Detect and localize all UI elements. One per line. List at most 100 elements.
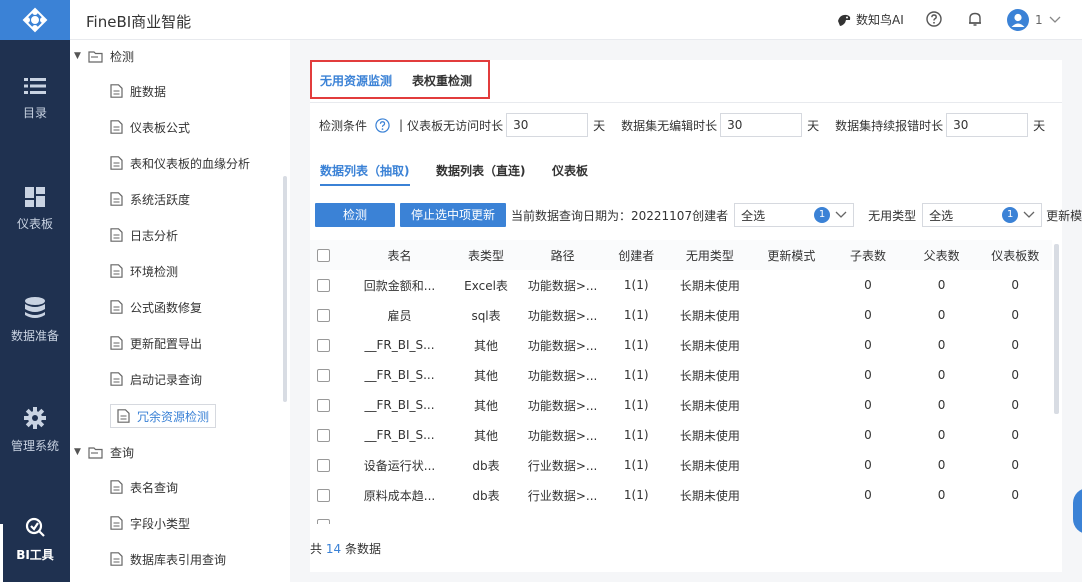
document-icon <box>117 409 130 423</box>
row-checkbox[interactable] <box>317 428 330 442</box>
tree-item[interactable]: 仪表板公式 <box>110 116 190 138</box>
divider <box>310 102 1062 103</box>
tree-item[interactable]: 脏数据 <box>110 80 166 102</box>
document-icon <box>110 372 123 386</box>
type-select[interactable]: 全选 1 <box>922 203 1043 227</box>
main-panel: 无用资源监测 表权重检测 检测条件 | 仪表板无访问时长 30 天 数据集无编辑… <box>310 60 1082 572</box>
row-checkbox[interactable] <box>317 338 330 352</box>
app-logo[interactable] <box>0 0 70 40</box>
row-checkbox[interactable] <box>317 398 330 412</box>
table-row[interactable]: __FR_BI_S... 其他 功能数据>... 1(1) 长期未使用 0 0 0 <box>310 360 1052 390</box>
dataset-error-input[interactable]: 30 <box>946 113 1029 137</box>
row-checkbox[interactable] <box>317 278 330 292</box>
table-footer: 共 14 条数据 <box>310 540 381 557</box>
column-header[interactable]: 子表数 <box>831 247 905 264</box>
avatar-icon <box>1007 9 1029 31</box>
column-header[interactable]: 表类型 <box>451 247 521 264</box>
table-cell: 0 <box>864 278 872 292</box>
tree-item[interactable]: 更新配置导出 <box>110 332 202 354</box>
tree-item[interactable]: 环境检测 <box>110 260 178 282</box>
table-cell: 长期未使用 <box>679 398 740 413</box>
ai-assistant-button[interactable]: 数知鸟AI <box>836 11 904 28</box>
table-row[interactable]: 原料成本趋... db表 行业数据>... 1(1) 长期未使用 0 0 0 <box>310 480 1052 510</box>
tree-item[interactable]: 数据库表引用查询 <box>110 548 226 570</box>
nav-item-bi-tool[interactable]: BI工具 <box>0 516 70 563</box>
tree-item[interactable]: 冗余资源检测 <box>110 404 217 428</box>
table-row[interactable]: __FR_BI_S... 其他 功能数据>... 1(1) 长期未使用 0 0 0 <box>310 330 1052 360</box>
column-header[interactable]: 仪表板数 <box>978 247 1052 264</box>
notification-button[interactable] <box>967 11 983 30</box>
creator-select[interactable]: 全选 1 <box>734 203 855 227</box>
table-row[interactable]: __FR_BI_S... 其他 功能数据>... 1(1) 长期未使用 0 0 0 <box>310 390 1052 420</box>
subtab-extract[interactable]: 数据列表（抽取) <box>320 162 410 179</box>
tree-item[interactable]: 字段小类型 <box>110 512 190 534</box>
row-checkbox[interactable] <box>317 458 330 472</box>
tree-item-label: 数据库表引用查询 <box>130 552 227 567</box>
stop-update-button[interactable]: 停止选中项更新 <box>400 203 506 227</box>
tab-table-weight[interactable]: 表权重检测 <box>412 72 472 89</box>
user-menu[interactable]: 1 <box>1007 9 1061 31</box>
column-header[interactable]: 创建者 <box>604 247 668 264</box>
tree-item[interactable]: 系统活跃度 <box>110 188 190 210</box>
column-header[interactable]: 更新模式 <box>752 247 832 264</box>
tree-group-detect[interactable]: ▼ 检测 <box>70 45 134 67</box>
caret-down-icon: ▼ <box>74 51 81 61</box>
tree-scrollbar[interactable] <box>283 176 287 402</box>
column-header[interactable]: 无用类型 <box>668 247 752 264</box>
help-icon[interactable] <box>375 117 390 133</box>
tree-item[interactable]: 表名查询 <box>110 476 178 498</box>
folder-icon <box>88 50 103 63</box>
caret-down-icon: ▼ <box>74 447 81 457</box>
subtab-dashboard[interactable]: 仪表板 <box>552 162 588 179</box>
nav-item-data-prep[interactable]: 数据准备 <box>0 297 70 344</box>
list-icon <box>24 78 46 94</box>
document-icon <box>110 192 123 206</box>
nav-item-management[interactable]: 管理系统 <box>0 407 70 454</box>
table-row[interactable]: __FR_BI_S... 其他 功能数据>... 1(1) 长期未使用 0 0 0 <box>310 420 1052 450</box>
table-cell: 原料成本趋... <box>363 488 436 503</box>
table-row[interactable]: 雇员 sql表 功能数据>... 1(1) 长期未使用 0 0 0 <box>310 300 1052 330</box>
database-icon <box>25 297 45 318</box>
tree-item[interactable]: 启动记录查询 <box>110 368 202 390</box>
row-checkbox[interactable] <box>317 368 330 382</box>
row-checkbox[interactable] <box>317 488 330 502</box>
document-icon <box>110 480 123 494</box>
nav-label: 管理系统 <box>10 439 59 453</box>
dataset-edit-input[interactable]: 30 <box>720 113 803 137</box>
dashboard-idle-input[interactable]: 30 <box>506 113 589 137</box>
tree-item[interactable]: 公式函数修复 <box>110 296 202 318</box>
table-cell: 0 <box>937 458 946 472</box>
nav-item-catalog[interactable]: 目录 <box>0 76 70 121</box>
table-cell: __FR_BI_S... <box>364 368 435 382</box>
table-cell: 0 <box>937 308 946 322</box>
floating-assistant-button[interactable] <box>1073 488 1082 534</box>
table-cell: 0 <box>1011 398 1020 412</box>
tree-item[interactable]: 日志分析 <box>110 224 178 246</box>
type-count-badge: 1 <box>1002 207 1019 223</box>
left-nav: 目录 仪表板 数据准备 管理系统 BI工具 <box>0 0 70 582</box>
table-row[interactable]: 回款金额和... Excel表 功能数据>... 1(1) 长期未使用 0 0 0 <box>310 270 1052 300</box>
column-header[interactable]: 父表数 <box>905 247 979 264</box>
check-button[interactable]: 检测 <box>315 203 395 227</box>
table-row[interactable]: 设备运行状... db表 行业数据>... 1(1) 长期未使用 0 0 0 <box>310 450 1052 480</box>
table-cell: 长期未使用 <box>679 338 740 353</box>
tab-unused-resource[interactable]: 无用资源监测 <box>320 72 392 89</box>
table-cell: 0 <box>937 338 946 352</box>
table-cell: 0 <box>1011 488 1020 502</box>
tree-item[interactable]: 表和仪表板的血缘分析 <box>110 152 250 174</box>
dashboard-idle-label: 仪表板无访问时长 <box>407 118 504 133</box>
row-checkbox[interactable] <box>317 518 330 524</box>
table-row-partial[interactable] <box>310 510 1052 524</box>
nav-item-dashboard[interactable]: 仪表板 <box>0 187 70 232</box>
type-value: 全选 <box>929 208 954 223</box>
select-all-checkbox[interactable] <box>317 248 330 262</box>
document-icon <box>110 120 123 134</box>
table-scrollbar[interactable] <box>1054 244 1059 414</box>
subtab-direct[interactable]: 数据列表（直连) <box>436 162 526 179</box>
tree-group-query[interactable]: ▼ 查询 <box>70 441 134 463</box>
help-button[interactable] <box>926 11 942 30</box>
column-header[interactable]: 表名 <box>348 247 451 264</box>
column-header[interactable]: 路径 <box>521 247 605 264</box>
table-cell: sql表 <box>471 308 501 323</box>
row-checkbox[interactable] <box>317 308 330 322</box>
